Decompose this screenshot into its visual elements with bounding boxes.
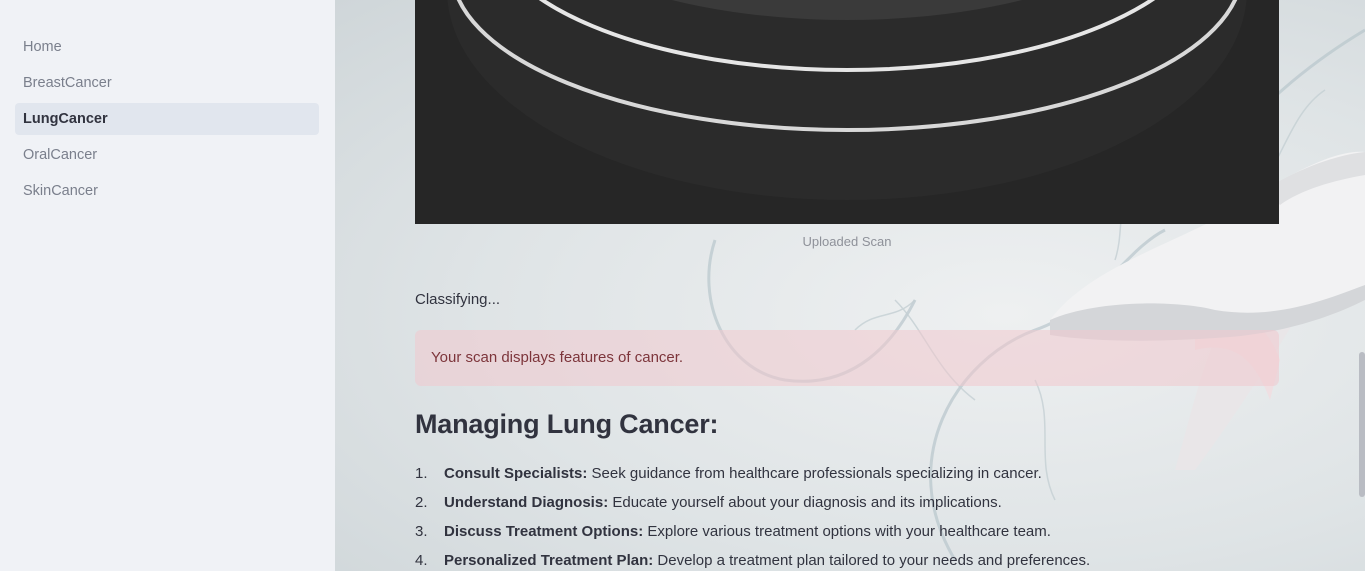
sidebar-item-lungcancer[interactable]: LungCancer (15, 103, 319, 135)
list-item: 1. Consult Specialists: Seek guidance fro… (415, 465, 1042, 482)
sidebar-item-oralcancer[interactable]: OralCancer (15, 139, 319, 171)
sidebar-item-skincancer[interactable]: SkinCancer (15, 175, 319, 207)
image-caption: Uploaded Scan (802, 234, 892, 249)
alert-message: Your scan displays features of cancer. (431, 349, 684, 366)
sidebar-nav: Home BreastCancer LungCancer OralCancer … (15, 31, 319, 211)
status-text: Classifying... (415, 291, 501, 308)
ct-scan-graphic (415, 0, 1279, 224)
list-item: 3. Discuss Treatment Options: Explore var… (415, 523, 1051, 540)
sidebar: Home BreastCancer LungCancer OralCancer … (0, 0, 335, 571)
uploaded-scan-image (415, 0, 1279, 224)
scrollbar-thumb[interactable] (1359, 352, 1365, 497)
page-heading: Managing Lung Cancer: (415, 409, 719, 439)
list-item: 2. Understand Diagnosis: Educate yourself… (415, 494, 1002, 511)
sidebar-item-breastcancer[interactable]: BreastCancer (15, 67, 319, 99)
main-content[interactable]: Uploaded Scan Classifying... Your scan d… (335, 0, 1365, 571)
sidebar-item-home[interactable]: Home (15, 31, 319, 63)
list-item: 4. Personalized Treatment Plan: Develop a… (415, 552, 1091, 569)
error-alert: Your scan displays features of cancer. (415, 330, 1279, 386)
steps-list: 1. Consult Specialists: Seek guidance fro… (415, 465, 1315, 571)
